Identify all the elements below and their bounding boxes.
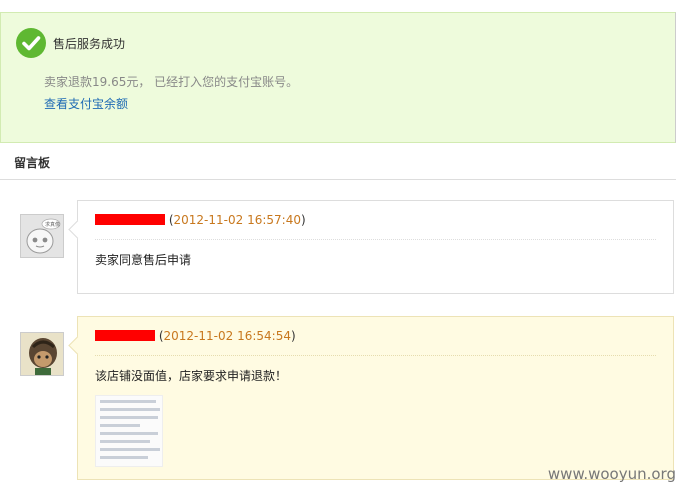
message-board-header: 留言板 [0, 144, 676, 180]
buyer-message: (2012-11-02 16:54:54) 该店铺没面值，店家要求申请退款！ [68, 316, 674, 480]
message-text: 该店铺没面值，店家要求申请退款！ [95, 369, 288, 383]
message-text: 卖家同意售后申请 [95, 253, 192, 267]
message-board-title: 留言板 [14, 156, 51, 170]
bubble-arrow [68, 336, 87, 355]
message-time: 2012-11-02 16:54:54 [163, 329, 291, 343]
success-title: 售后服务成功 [53, 37, 126, 51]
watermark: www.wooyun.org [547, 465, 676, 483]
seller-message: (2012-11-02 16:57:40) 卖家同意售后申请 [68, 200, 674, 294]
success-check-icon [16, 28, 46, 58]
redacted-username [95, 330, 155, 341]
message-divider [95, 239, 656, 240]
view-alipay-balance-link[interactable]: 查看支付宝余额 [44, 95, 128, 112]
seller-avatar: 求真像 [20, 214, 64, 258]
message-time: 2012-11-02 16:57:40 [173, 213, 301, 227]
attachment-thumbnail[interactable] [95, 395, 163, 467]
svg-text:求真像: 求真像 [45, 221, 60, 228]
bubble-arrow [68, 220, 87, 239]
message-header: (2012-11-02 16:54:54) [95, 329, 296, 343]
redacted-username [95, 214, 165, 225]
success-banner: 售后服务成功 卖家退款19.65元， 已经打入您的支付宝账号。 查看支付宝余额 [0, 12, 676, 143]
buyer-avatar [20, 332, 64, 376]
refund-description: 卖家退款19.65元， 已经打入您的支付宝账号。 [44, 75, 299, 89]
message-header: (2012-11-02 16:57:40) [95, 213, 306, 227]
message-divider [95, 355, 656, 356]
